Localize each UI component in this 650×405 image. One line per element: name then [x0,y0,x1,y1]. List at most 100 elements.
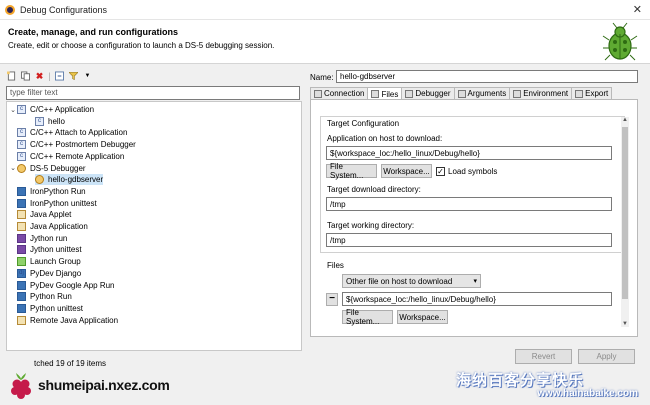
file-type-value: Other file on host to download [346,277,453,286]
tree-item[interactable]: Python Run [9,291,72,302]
tree-item-label: IronPython Run [30,186,86,196]
dialog-title: Create, manage, and run configurations [8,27,179,37]
tree-item[interactable]: Launch Group [9,256,81,267]
panel-scrollbar[interactable]: ▲ ▼ [621,117,629,327]
scroll-up-icon[interactable]: ▲ [621,117,629,123]
tab-environment[interactable]: Environment [509,87,573,99]
tab-label: Files [381,89,399,99]
tree-item-label: IronPython unittest [30,198,97,208]
c-postmortem-icon: c [17,140,26,150]
apply-button[interactable]: Apply [578,349,635,364]
tree-item-label: DS-5 Debugger [30,163,86,173]
tab-connection[interactable]: Connection [310,87,369,99]
tree-item[interactable]: dj PyDev Django [9,268,81,279]
java-app-icon [17,222,26,231]
window-titlebar: Debug Configurations ✕ [0,0,650,20]
remove-file-button[interactable]: − [326,293,338,306]
file-system-button[interactable]: File System... [326,162,377,180]
files-tab-panel: Target Configuration Application on host… [310,99,638,337]
raspberry-logo-icon [11,373,31,399]
remote-java-icon [17,315,26,325]
working-dir-field[interactable]: /tmp [326,233,612,247]
tree-item[interactable]: IronPython unittest [9,198,97,209]
python-run-icon [17,292,26,302]
files-file-system-button[interactable]: File System... [342,308,393,326]
tree-item-label: Jython run [30,233,68,243]
tab-export[interactable]: Export [571,87,613,99]
environment-icon [513,89,522,98]
revert-button[interactable]: Revert [515,349,572,364]
tree-item[interactable]: Jython run [9,233,67,244]
tree-item-label: Python unittest [30,303,83,313]
download-dir-field[interactable]: /tmp [326,197,612,211]
file-type-select[interactable]: Other file on host to download ▾ [342,274,481,288]
tab-label: Export [585,89,609,98]
tab-arguments[interactable]: Arguments [453,87,511,99]
jython-run-icon [17,233,26,243]
files-group-label: Files [327,261,344,270]
pydev-google-icon [17,280,26,290]
tree-item-label: C/C++ Remote Application [30,151,125,161]
tree-item[interactable]: c C/C++ Remote Application [9,151,124,162]
tree-item[interactable]: ⌄ c C/C++ Application [9,104,94,115]
c-cpp-config-icon: c [35,116,44,126]
python-unittest-icon [17,303,26,313]
tree-item[interactable]: Java Applet [9,209,71,220]
tab-debugger[interactable]: Debugger [401,87,455,99]
workspace-button[interactable]: Workspace... [381,164,432,178]
tree-item[interactable]: IronPython Run [9,186,86,197]
ds5-icon [17,163,26,173]
c-attach-icon: c [17,128,26,138]
scroll-thumb[interactable] [622,127,628,299]
shumeipai-watermark: shumeipai.nxez.com [8,371,188,401]
tab-label: Connection [324,89,365,98]
ironpython-unittest-icon [17,198,26,208]
jython-unittest-icon [17,245,26,255]
tree-item-label: C/C++ Application [30,105,95,114]
export-icon [575,89,584,98]
config-tabs: Connection Files Debugger Arguments Environm… [310,87,638,100]
tree-item-label: Python Run [30,292,72,302]
arguments-icon [457,89,466,98]
load-symbols-checkbox[interactable]: ✓ [436,167,445,176]
hainabaike-cn-text: 海纳百客分享快乐 [456,372,585,389]
scroll-down-icon[interactable]: ▼ [621,321,629,327]
tree-item[interactable]: Java Application [9,221,88,232]
ironpython-run-icon [17,186,26,196]
tree-item[interactable]: Jython unittest [9,244,82,255]
files-workspace-button[interactable]: Workspace... [397,310,448,324]
tree-item-label: Java Applet [30,210,72,220]
app-path-field[interactable]: ${workspace_loc:/hello_linux/Debug/hello… [326,146,612,160]
c-remote-icon: c [17,151,26,161]
tree-item-label: Launch Group [30,257,81,267]
chevron-down-icon[interactable]: ▼ [82,71,93,82]
connection-icon [314,89,322,98]
close-icon[interactable]: ✕ [633,3,642,16]
file-path-field[interactable]: ${workspace_loc:/hello_linux/Debug/hello… [342,292,612,306]
filter-config-icon[interactable] [68,71,79,82]
match-status: tched 19 of 19 items [34,359,107,368]
tree-item[interactable]: c C/C++ Postmortem Debugger [9,139,136,150]
name-field[interactable]: hello-gdbserver [336,70,638,83]
tree-item[interactable]: Remote Java Application [9,315,118,326]
tab-label: Arguments [467,89,507,98]
tree-item[interactable]: PyDev Google App Run [9,280,115,291]
hainabaike-watermark: 海纳百客分享快乐 www.hainabaike.com [434,366,644,402]
load-symbols-label: Load symbols [448,167,498,176]
eclipse-icon [5,5,15,15]
filter-input[interactable]: type filter text [6,86,300,100]
delete-config-icon[interactable]: ✖ [34,71,45,82]
duplicate-config-icon[interactable] [20,71,31,82]
tree-item[interactable]: Python unittest [9,303,83,314]
tree-item[interactable]: c C/C++ Attach to Application [9,127,127,138]
tree-item[interactable]: c hello [35,116,65,127]
expand-toggle-icon[interactable]: ⌄ [9,164,17,172]
expand-toggle-icon[interactable]: ⌄ [9,106,17,114]
tree-item[interactable]: ⌄ DS-5 Debugger [9,163,86,174]
tree-item[interactable]: hello-gdbserver [35,174,104,186]
collapse-all-icon[interactable] [54,71,65,82]
ds5-config-icon [35,175,44,185]
tree-item-label: Jython unittest [30,245,82,255]
new-config-icon[interactable] [6,71,17,82]
tree-item-label: PyDev Google App Run [30,280,115,290]
